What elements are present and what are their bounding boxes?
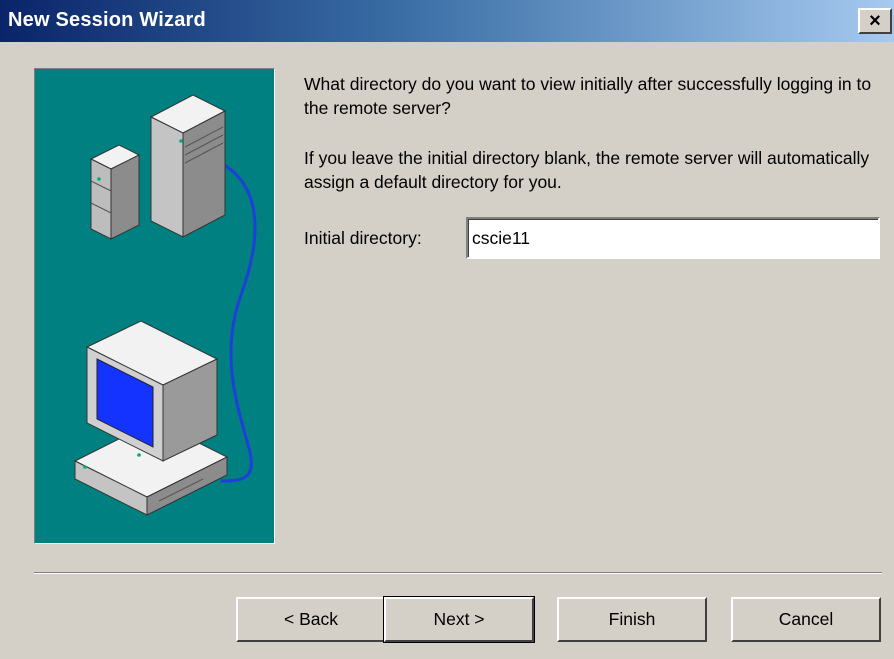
- initial-directory-input[interactable]: [466, 217, 880, 259]
- close-icon: ×: [869, 10, 881, 32]
- server-to-computer-illustration: [73, 94, 257, 516]
- button-separator: [34, 572, 882, 574]
- blank-directory-hint: If you leave the initial directory blank…: [304, 148, 870, 192]
- finish-button[interactable]: Finish: [557, 597, 707, 642]
- close-button[interactable]: ×: [858, 8, 892, 34]
- initial-directory-question: What directory do you want to view initi…: [304, 74, 872, 118]
- next-button[interactable]: Next >: [383, 596, 535, 643]
- tall-server-icon: [149, 94, 227, 238]
- initial-directory-label: Initial directory:: [304, 228, 422, 248]
- wizard-illustration-panel: [34, 68, 275, 544]
- title-bar[interactable]: New Session Wizard ×: [0, 0, 894, 42]
- back-button[interactable]: < Back: [236, 597, 386, 642]
- cancel-button[interactable]: Cancel: [731, 597, 881, 642]
- computer-icon: [73, 320, 229, 516]
- window-title: New Session Wizard: [8, 9, 206, 31]
- small-server-icon: [89, 144, 141, 240]
